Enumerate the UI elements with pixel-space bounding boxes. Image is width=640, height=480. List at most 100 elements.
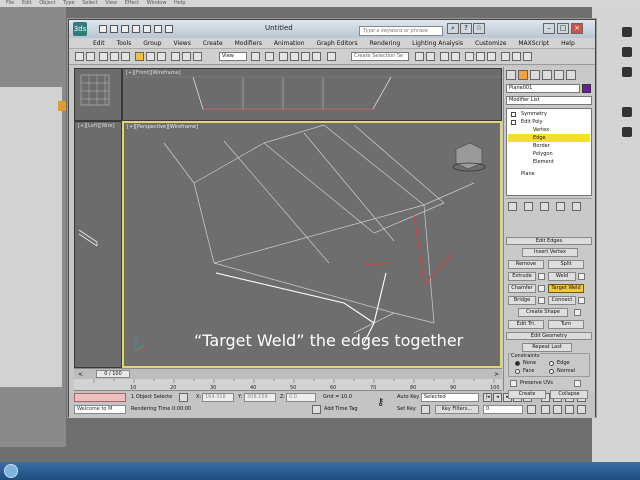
field-of-view-icon[interactable] [541, 405, 550, 414]
constraint-none-radio[interactable] [515, 361, 520, 366]
object-color-swatch[interactable] [582, 84, 591, 93]
stack-item-border[interactable]: Border [533, 142, 550, 150]
key-icon[interactable]: ⚷ [377, 397, 384, 408]
redo-icon[interactable] [86, 52, 95, 61]
prev-frame-icon[interactable]: < [78, 371, 83, 378]
minimize-button[interactable]: – [543, 23, 555, 34]
bg-menu-help[interactable]: Help [174, 0, 185, 6]
viewport-front[interactable]: [+][Front][Wireframe] [122, 68, 503, 121]
viewport-perspective[interactable]: [+][Perspective][Wireframe] “Target Weld… [122, 121, 502, 368]
configure-sets-icon[interactable] [572, 202, 581, 211]
snap-toggle-icon[interactable] [279, 52, 288, 61]
search-input[interactable]: Type a keyword or phrase [359, 26, 443, 36]
pin-stack-icon[interactable] [508, 202, 517, 211]
help-icon[interactable]: ? [460, 23, 472, 34]
create-shape-button[interactable]: Create Shape [518, 308, 568, 317]
object-name-field[interactable]: Plane001 [506, 84, 580, 93]
edit-edges-rollout-header[interactable]: Edit Edges [506, 237, 592, 245]
set-key-button[interactable]: Set Key [397, 406, 416, 412]
track-bar[interactable]: 10 20 30 40 50 60 70 80 90 100 [74, 379, 502, 391]
time-slider-thumb[interactable]: 0 / 100 [96, 370, 130, 378]
split-button[interactable]: Split [548, 260, 584, 269]
render-icon[interactable] [523, 52, 532, 61]
pivot-icon[interactable] [251, 52, 260, 61]
graphite-icon[interactable] [451, 52, 460, 61]
new-icon[interactable] [99, 25, 107, 33]
tool-icon[interactable] [622, 107, 632, 117]
menu-maxscript[interactable]: MAXScript [518, 38, 549, 49]
stack-item-element[interactable]: Element [533, 158, 554, 166]
favorites-icon[interactable]: ☆ [473, 23, 485, 34]
move-icon[interactable] [171, 52, 180, 61]
edit-tri-button[interactable]: Edit Tri. [508, 320, 544, 329]
turn-button[interactable]: Turn [548, 320, 584, 329]
bg-menu-window[interactable]: Window [147, 0, 167, 6]
spinner-snap-icon[interactable] [312, 52, 321, 61]
region-select-icon[interactable] [157, 52, 166, 61]
key-mode-select[interactable]: Selected [421, 393, 479, 402]
collapse-button[interactable]: Collapse [550, 390, 588, 399]
stack-item-plane[interactable]: Plane [521, 170, 535, 178]
menu-tools[interactable]: Tools [117, 38, 132, 49]
stack-item-polygon[interactable]: Polygon [533, 150, 553, 158]
bg-menu-object[interactable]: Object [39, 0, 55, 6]
named-selection-icon[interactable] [327, 52, 336, 61]
maxscript-mini-listener[interactable] [74, 393, 126, 402]
save-icon[interactable] [121, 25, 129, 33]
create-shape-settings-icon[interactable] [574, 309, 581, 316]
modifier-list-select[interactable]: Modifier List [506, 96, 592, 105]
chamfer-settings-icon[interactable] [538, 285, 545, 292]
constraint-face-radio[interactable] [515, 369, 520, 374]
utilities-tab-icon[interactable] [566, 70, 576, 80]
constraint-edge-radio[interactable] [549, 361, 554, 366]
close-button[interactable]: × [571, 23, 583, 34]
rotate-icon[interactable] [182, 52, 191, 61]
show-end-result-icon[interactable] [524, 202, 533, 211]
maximize-button[interactable]: □ [557, 23, 569, 34]
viewport-left[interactable]: [+][Left][Wire] [74, 121, 122, 368]
connect-settings-icon[interactable] [578, 297, 585, 304]
preserve-uvs-checkbox[interactable] [510, 380, 517, 387]
tool-icon[interactable] [622, 27, 632, 37]
unlink-icon[interactable] [110, 52, 119, 61]
time-config-icon[interactable] [527, 405, 536, 414]
menu-create[interactable]: Create [203, 38, 223, 49]
connect-button[interactable]: Connect [548, 296, 576, 305]
make-unique-icon[interactable] [540, 202, 549, 211]
maximize-viewport-icon[interactable] [577, 405, 586, 414]
stack-item-vertex[interactable]: Vertex [533, 126, 549, 134]
remove-modifier-icon[interactable] [556, 202, 565, 211]
auto-key-button[interactable]: Auto Key [397, 394, 419, 400]
binoculars-icon[interactable]: ⌕ [447, 23, 459, 34]
add-time-tag[interactable]: Add Time Tag [324, 406, 358, 412]
constraint-normal-radio[interactable] [549, 369, 554, 374]
tool-icon[interactable] [622, 67, 632, 77]
link-icon[interactable] [99, 52, 108, 61]
bg-menu-file[interactable]: File [6, 0, 14, 6]
scale-icon[interactable] [193, 52, 202, 61]
bg-menu-edit[interactable]: Edit [22, 0, 32, 6]
time-slider[interactable]: 0 / 100 < > [74, 368, 502, 379]
menu-lighting-analysis[interactable]: Lighting Analysis [412, 38, 463, 49]
hold-icon[interactable] [154, 25, 162, 33]
tool-icon[interactable] [622, 127, 632, 137]
set-key-icon[interactable] [421, 405, 430, 414]
edit-geometry-rollout-header[interactable]: Edit Geometry [506, 332, 592, 340]
select-by-name-icon[interactable] [146, 52, 155, 61]
undo-icon[interactable] [75, 52, 84, 61]
x-coordinate-field[interactable]: 164.318 [202, 393, 234, 402]
project-folder-icon[interactable] [165, 25, 173, 33]
z-coordinate-field[interactable]: 0.0 [286, 393, 316, 402]
curve-editor-icon[interactable] [465, 52, 474, 61]
angle-snap-icon[interactable] [290, 52, 299, 61]
chamfer-button[interactable]: Chamfer [508, 284, 536, 293]
menu-customize[interactable]: Customize [475, 38, 507, 49]
align-icon[interactable] [426, 52, 435, 61]
select-object-icon[interactable] [135, 52, 144, 61]
stack-item-symmetry[interactable]: Symmetry [521, 110, 547, 118]
redo-icon[interactable] [143, 25, 151, 33]
previous-frame-icon[interactable]: ◂ [493, 393, 502, 402]
bg-menu-select[interactable]: Select [82, 0, 97, 6]
repeat-last-button[interactable]: Repeat Last [522, 343, 572, 352]
extrude-settings-icon[interactable] [538, 273, 545, 280]
